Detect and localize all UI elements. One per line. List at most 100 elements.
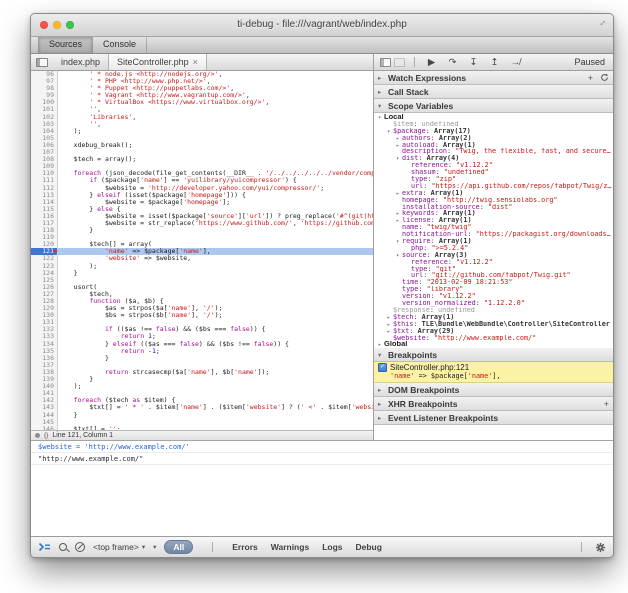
scope-row[interactable]: reference: "v1.12.2"	[374, 259, 613, 266]
file-tab-sitecontroller-php[interactable]: SiteController.php ×	[108, 54, 207, 70]
code-line[interactable]: }	[58, 376, 373, 383]
scope-row[interactable]: notification-url: "https://packagist.org…	[374, 231, 613, 238]
section-event-listener-breakpoints[interactable]: ▸ Event Listener Breakpoints	[374, 411, 613, 425]
scope-row[interactable]: name: "twig/twig"	[374, 224, 613, 231]
scope-row[interactable]: ▸extra: Array(1)	[374, 190, 613, 197]
scope-row[interactable]: ▾Local	[374, 114, 613, 121]
tab-sources[interactable]: Sources	[38, 37, 93, 53]
filter-logs[interactable]: Logs	[322, 542, 342, 552]
filter-debug[interactable]: Debug	[356, 542, 382, 552]
code-line[interactable]: }	[58, 227, 373, 234]
scope-row[interactable]: reference: "v1.12.2"	[374, 162, 613, 169]
scope-row[interactable]: ▾source: Array(3)	[374, 252, 613, 259]
breakpoint-state-icon[interactable]	[35, 433, 40, 438]
scope-row[interactable]: type: "zip"	[374, 176, 613, 183]
frame-selector[interactable]: <top frame> ▾	[93, 542, 145, 552]
scope-row[interactable]: ▸Global	[374, 341, 613, 348]
code-line[interactable]: );	[58, 263, 373, 270]
filter-warnings[interactable]: Warnings	[271, 542, 309, 552]
minimize-window-button[interactable]	[53, 21, 61, 29]
scope-row[interactable]: ▸$this: TLE\Bundle\WebBundle\Controller\…	[374, 321, 613, 328]
code-line[interactable]: );	[58, 383, 373, 390]
zoom-window-button[interactable]	[66, 21, 74, 29]
scope-row[interactable]: php: ">=5.2.4"	[374, 245, 613, 252]
scope-row[interactable]: type: "library"	[374, 286, 613, 293]
section-dom-breakpoints[interactable]: ▸ DOM Breakpoints	[374, 383, 613, 397]
pretty-print-icon[interactable]: {}	[44, 432, 48, 440]
scope-row[interactable]: ▸license: Array(1)	[374, 217, 613, 224]
search-icon[interactable]	[59, 543, 67, 551]
code-line[interactable]: $txt[] = ' * ' . $item['name'] . ($item[…	[58, 404, 373, 411]
close-window-button[interactable]	[40, 21, 48, 29]
console-input[interactable]	[31, 465, 613, 536]
filter-errors[interactable]: Errors	[232, 542, 258, 552]
breakpoint-entry[interactable]: ✓ SiteController.php:121 'name' => $pack…	[374, 362, 613, 383]
resume-button[interactable]: ▶	[421, 55, 442, 70]
section-xhr-breakpoints[interactable]: ▸ XHR Breakpoints +	[374, 397, 613, 411]
code-line[interactable]: }	[58, 270, 373, 277]
code-line[interactable]: 'Libraries',	[58, 114, 373, 121]
scope-row[interactable]: version: "v1.12.2"	[374, 293, 613, 300]
scope-row[interactable]: ▸autoload: Array(1)	[374, 142, 613, 149]
scope-row[interactable]: url: "git://github.com/fabpot/Twig.git"	[374, 272, 613, 279]
section-scope-variables[interactable]: ▾ Scope Variables	[374, 99, 613, 113]
scope-row[interactable]: version_normalized: "1.12.2.0"	[374, 300, 613, 307]
line-number-gutter[interactable]: 9697989910010110210310410510610710810911…	[31, 71, 58, 430]
code-line[interactable]: $website = str_replace('https://www.gith…	[58, 220, 373, 227]
code-line[interactable]: );	[58, 128, 373, 135]
scope-row[interactable]: ▸keywords: Array(1)	[374, 210, 613, 217]
code-line[interactable]	[58, 277, 373, 284]
step-into-button[interactable]: ↧	[463, 55, 484, 70]
collapse-sidebar-icon[interactable]	[394, 58, 405, 67]
expand-sidebar-icon[interactable]	[380, 58, 391, 67]
code-line[interactable]: ' * VirtualBox <https://www.virtualbox.o…	[58, 99, 373, 106]
scope-row[interactable]: description: "Twig, the flexible, fast, …	[374, 148, 613, 155]
console-toggle-icon[interactable]	[38, 542, 51, 552]
code-area[interactable]: ' * node.js <http://nodejs.org/>', ' * P…	[58, 71, 373, 430]
section-watch-expressions[interactable]: ▸ Watch Expressions +	[374, 71, 613, 85]
breakpoint-checkbox[interactable]: ✓	[378, 363, 387, 372]
scope-row[interactable]: ▾require: Array(1)	[374, 238, 613, 245]
scope-row[interactable]: $item: undefined	[374, 121, 613, 128]
code-editor[interactable]: 9697989910010110210310410510610710810911…	[31, 71, 373, 430]
code-line[interactable]: }	[58, 355, 373, 362]
scope-row[interactable]: ▸authors: Array(2)	[374, 135, 613, 142]
file-tab-index-php[interactable]: index.php	[53, 54, 109, 70]
scope-row[interactable]: $response: undefined	[374, 307, 613, 314]
code-line[interactable]: $bs = strpos($b['name'], '/');	[58, 312, 373, 319]
breakpoint-location[interactable]: SiteController.php:121	[390, 363, 469, 372]
context-selector[interactable]: ▾	[153, 543, 156, 551]
scope-row[interactable]: ▾dist: Array(4)	[374, 155, 613, 162]
scope-row[interactable]: homepage: "http://twig.sensiolabs.org"	[374, 197, 613, 204]
scope-row[interactable]: ▸$txt: Array(29)	[374, 328, 613, 335]
tab-console[interactable]: Console	[93, 37, 147, 53]
step-over-button[interactable]: ↷	[442, 55, 463, 70]
scope-row[interactable]: $website: "http://www.example.com/"	[374, 335, 613, 342]
scope-row[interactable]: url: "https://api.github.com/repos/fabpo…	[374, 183, 613, 190]
deactivate-breakpoints-button[interactable]: ↛	[505, 55, 526, 70]
code-line[interactable]: 'website' => $website,	[58, 255, 373, 262]
code-line[interactable]: xdebug_break();	[58, 142, 373, 149]
scope-row[interactable]: ▾$package: Array(17)	[374, 128, 613, 135]
step-out-button[interactable]: ↥	[484, 55, 505, 70]
code-line[interactable]: }	[58, 412, 373, 419]
titlebar[interactable]: ti-debug - file:///vagrant/web/index.php…	[31, 14, 613, 37]
navigator-toggle-icon[interactable]	[36, 58, 48, 67]
filter-all-pill[interactable]: All	[164, 540, 193, 554]
scope-row[interactable]: ▸$tech: Array(1)	[374, 314, 613, 321]
clear-console-icon[interactable]	[75, 542, 85, 552]
add-watch-button[interactable]: +	[588, 73, 593, 83]
scope-row[interactable]: type: "git"	[374, 266, 613, 273]
code-line[interactable]: return strcasecmp($a['name'], $b['name']…	[58, 369, 373, 376]
section-call-stack[interactable]: ▸ Call Stack	[374, 85, 613, 99]
line-number[interactable]: 146	[31, 426, 57, 430]
refresh-watch-icon[interactable]	[600, 73, 609, 82]
code-line[interactable]: $tech = array();	[58, 156, 373, 163]
scope-row[interactable]: time: "2013-02-09 18:21:53"	[374, 279, 613, 286]
scope-row[interactable]: shasum: "undefined"	[374, 169, 613, 176]
code-line[interactable]: '',	[58, 121, 373, 128]
close-tab-icon[interactable]: ×	[193, 55, 198, 70]
scope-row[interactable]: installation-source: "dist"	[374, 204, 613, 211]
settings-gear-icon[interactable]	[595, 542, 606, 553]
add-xhr-breakpoint-button[interactable]: +	[604, 399, 609, 409]
